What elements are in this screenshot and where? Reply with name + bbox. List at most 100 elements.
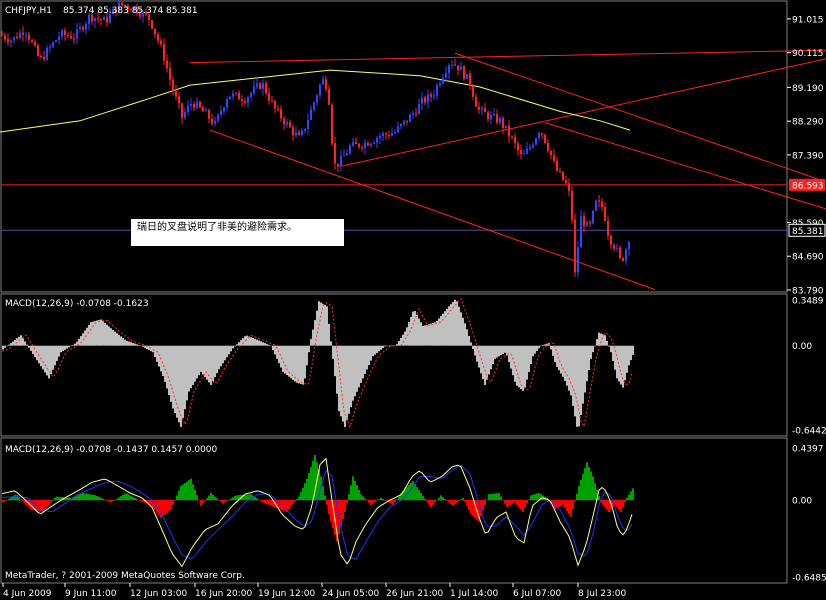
macd1-histogram-bar: [164, 345, 166, 382]
candle-body: [199, 101, 201, 108]
price-axis-label: 89.190: [792, 84, 824, 94]
macd1-histogram-bar: [114, 331, 116, 346]
macd1-histogram-bar: [380, 345, 382, 350]
macd1-histogram-bar: [268, 344, 270, 346]
macd2-histogram-bar: [184, 483, 186, 501]
macd1-histogram-bar: [174, 345, 176, 414]
candle-body: [388, 134, 390, 136]
macd1-histogram-bar: [246, 335, 248, 346]
ohlc-readout: 85.374 85.383 85.374 85.381: [63, 6, 198, 16]
macd2-histogram-bar: [164, 500, 166, 515]
macd1-histogram-bar: [442, 313, 444, 346]
macd1-histogram-bar: [524, 345, 526, 388]
macd1-histogram-bar: [340, 345, 342, 417]
macd1-histogram-bar: [368, 345, 370, 366]
candle-body: [487, 112, 489, 120]
macd1-histogram-bar: [188, 345, 190, 392]
candle-body: [157, 34, 159, 41]
candle-body: [16, 36, 18, 39]
macd1-histogram-bar: [28, 345, 30, 348]
macd2-histogram-bar: [426, 500, 428, 502]
macd1-histogram-bar: [120, 336, 122, 346]
macd2-histogram-bar: [8, 498, 10, 501]
macd2-histogram-bar: [370, 500, 372, 505]
macd1-histogram-bar: [412, 311, 414, 346]
macd1-histogram-bar: [66, 345, 68, 349]
macd1-histogram-bar: [420, 322, 422, 346]
macd1-histogram-bar: [126, 340, 128, 346]
macd2-histogram-bar: [568, 500, 570, 514]
macd1-histogram-bar: [86, 327, 88, 346]
macd2-histogram-bar: [418, 490, 420, 501]
candle-body: [460, 66, 462, 71]
macd2-histogram-bar: [174, 500, 176, 501]
candle-body: [526, 148, 528, 154]
macd2-histogram-bar: [532, 494, 534, 501]
price-axis-label: 83.790: [792, 287, 824, 297]
macd2-histogram-bar: [438, 497, 440, 501]
macd1-histogram-bar: [320, 302, 322, 346]
macd1-histogram-bar: [44, 345, 46, 373]
macd2-histogram-bar: [624, 500, 626, 503]
candle-body: [385, 133, 387, 135]
macd2-histogram-bar: [90, 494, 92, 501]
macd2-histogram-bar: [230, 498, 232, 501]
candle-body: [553, 155, 555, 161]
macd1-histogram-bar: [170, 345, 172, 402]
macd1-histogram-bar: [458, 306, 460, 346]
macd2-histogram-bar: [268, 500, 270, 505]
macd2-histogram-bar: [106, 500, 108, 501]
candle-body: [379, 136, 381, 138]
macd2-histogram-bar: [218, 500, 220, 501]
candle-body: [589, 222, 591, 224]
candle-body: [178, 96, 180, 104]
macd2-histogram-bar: [54, 497, 56, 501]
macd2-histogram-bar: [312, 461, 314, 501]
macd2-histogram-bar: [458, 500, 460, 501]
macd1-histogram-bar: [334, 345, 336, 377]
candle-body: [373, 142, 375, 144]
macd1-histogram-bar: [452, 301, 454, 346]
macd1-histogram-bar: [58, 345, 60, 357]
candle-body: [208, 110, 210, 119]
candle-body: [1, 34, 3, 36]
macd1-histogram-bar: [104, 323, 106, 346]
macd1-histogram-bar: [416, 314, 418, 346]
macd1-histogram-bar: [24, 341, 26, 346]
macd1-histogram-bar: [266, 343, 268, 346]
macd1-histogram-bar: [134, 343, 136, 346]
macd1-histogram-bar: [158, 345, 160, 367]
macd2-histogram-bar: [564, 500, 566, 508]
macd1-histogram-bar: [218, 345, 220, 370]
candle-body: [541, 133, 543, 135]
macd2-histogram-bar: [226, 500, 228, 502]
candle-body: [31, 40, 33, 43]
candle-body: [277, 108, 279, 110]
candle-body: [430, 94, 432, 97]
macd2-histogram-bar: [454, 500, 456, 505]
macd1-title: MACD(12,26,9) -0.0708 -0.1623: [5, 299, 149, 309]
macd2-histogram-bar: [306, 478, 308, 501]
candle-body: [580, 216, 582, 248]
macd2-histogram-bar: [376, 500, 378, 501]
macd1-histogram-bar: [470, 342, 472, 346]
candle-body: [454, 64, 456, 66]
candle-body: [610, 235, 612, 245]
macd1-histogram-bar: [332, 345, 334, 359]
macd2-histogram-bar: [112, 500, 114, 502]
macd2-histogram-bar: [208, 495, 210, 501]
macd2-histogram-bar: [168, 500, 170, 512]
macd1-histogram-bar: [426, 324, 428, 346]
macd1-histogram-bar: [454, 299, 456, 346]
macd2-histogram-bar: [260, 500, 262, 502]
macd1-histogram-bar: [492, 345, 494, 364]
macd1-histogram-bar: [600, 333, 602, 346]
macd2-histogram-bar: [560, 500, 562, 506]
macd2-histogram-bar: [88, 494, 90, 501]
macd2-histogram-bar: [328, 500, 330, 515]
macd1-histogram-bar: [472, 345, 474, 349]
macd1-histogram-bar: [62, 345, 64, 351]
macd1-histogram-bar: [90, 322, 92, 346]
candle-body: [61, 30, 63, 37]
macd1-axis-label: 0.3489: [792, 297, 824, 307]
